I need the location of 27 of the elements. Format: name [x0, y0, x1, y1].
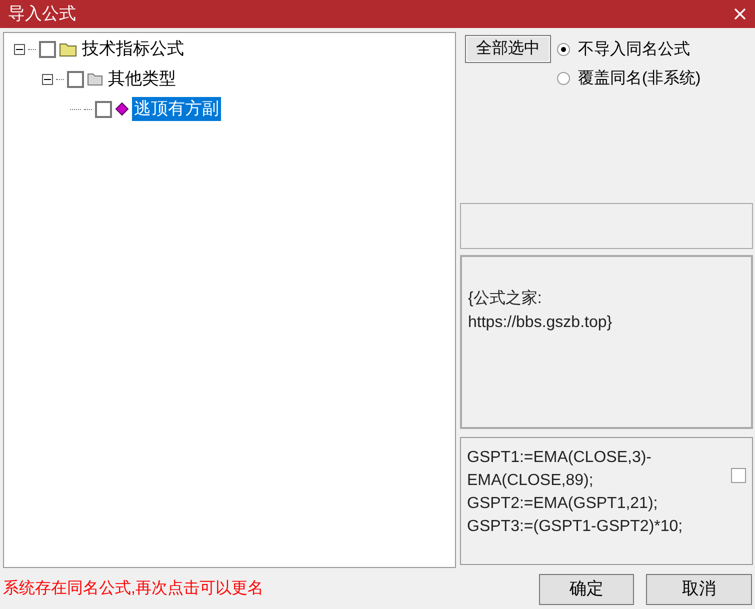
gem-icon [115, 102, 129, 116]
status-message: 系统存在同名公式,再次点击可以更名 [3, 578, 264, 599]
folder-icon [87, 72, 103, 86]
checkbox[interactable] [39, 40, 56, 58]
radio-label: 覆盖同名(非系统) [578, 68, 701, 88]
formula-line: GSPT3:=(GSPT1-GSPT2)*10; [467, 517, 684, 537]
dialog-button[interactable]: 取消 [646, 574, 752, 604]
folder-icon [59, 42, 77, 56]
tree-item[interactable]: 其他类型 [106, 67, 178, 91]
tree-item[interactable]: 技术指标公式 [80, 37, 186, 61]
checkbox[interactable] [67, 70, 84, 88]
close-icon[interactable] [733, 7, 747, 21]
radio-button[interactable] [557, 72, 570, 85]
select-all-button[interactable]: 全部选中 [465, 35, 551, 63]
radio-label: 不导入同名公式 [578, 40, 690, 60]
window-title: 导入公式 [8, 3, 76, 26]
checkbox[interactable] [95, 100, 112, 118]
formula-line: GSPT1:=EMA(CLOSE,3)- [467, 448, 652, 468]
radio-button[interactable] [557, 43, 570, 56]
expander-icon[interactable] [42, 74, 53, 84]
formula-line: GSPT2:=EMA(GSPT1,21); [467, 494, 659, 514]
expander-icon[interactable] [14, 44, 25, 54]
tree-item[interactable]: 逃顶有方副 [132, 97, 221, 121]
description-text: {公式之家: https://bbs.gszb.top} [468, 288, 614, 333]
formula-line: EMA(CLOSE,89); [467, 471, 594, 491]
dialog-button[interactable]: 确定 [539, 574, 634, 604]
checkbox[interactable] [731, 468, 746, 483]
